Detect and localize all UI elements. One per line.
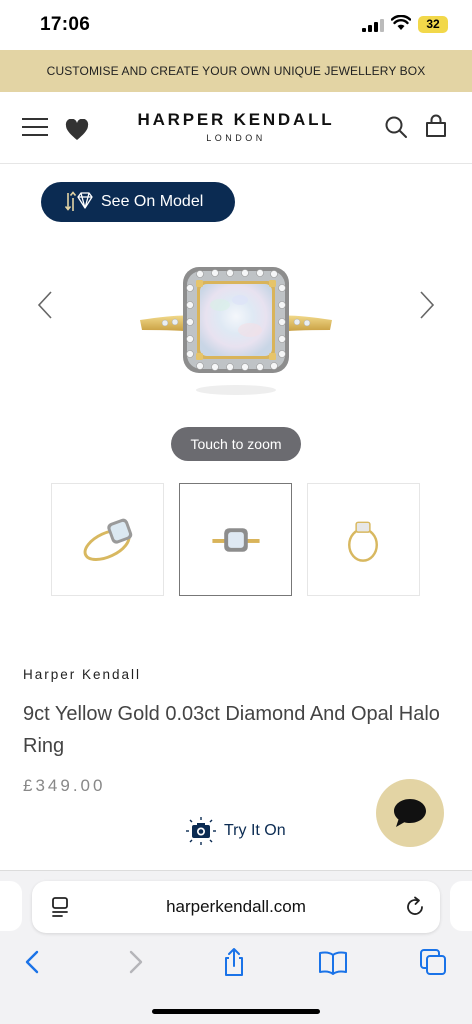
diamond-swap-icon (65, 191, 93, 211)
battery-indicator: 32 (418, 16, 448, 33)
see-on-model-button[interactable]: See On Model (41, 182, 235, 222)
zoom-hint: Touch to zoom (171, 427, 301, 461)
wifi-icon (391, 15, 411, 30)
thumbnail-3[interactable] (307, 483, 420, 596)
url-text: harperkendall.com (166, 897, 306, 916)
back-icon[interactable] (18, 947, 48, 977)
logo-main: HARPER KENDALL (137, 110, 335, 129)
bag-icon[interactable] (425, 114, 447, 138)
logo[interactable]: HARPER KENDALL LONDON (130, 110, 342, 143)
product-brand[interactable]: Harper Kendall (23, 667, 141, 682)
next-tab-peek[interactable] (450, 881, 472, 931)
signal-icon (362, 19, 384, 32)
chat-bubble-icon (394, 799, 426, 827)
status-time: 17:06 (40, 14, 91, 35)
promo-banner[interactable]: CUSTOMISE AND CREATE YOUR OWN UNIQUE JEW… (0, 50, 472, 92)
try-it-on-label: Try It On (224, 822, 286, 839)
thumbnail-2[interactable] (179, 483, 292, 596)
search-icon[interactable] (384, 115, 408, 139)
site-header: HARPER KENDALL LONDON (0, 92, 472, 164)
share-icon[interactable] (219, 947, 249, 977)
thumbnail-ring-angled (83, 518, 133, 561)
product-image[interactable] (120, 250, 352, 400)
tabs-icon[interactable] (418, 947, 448, 977)
chevron-right-icon[interactable] (418, 290, 436, 320)
chat-button[interactable] (376, 779, 444, 847)
product-title: 9ct Yellow Gold 0.03ct Diamond And Opal … (23, 703, 440, 757)
try-it-on-button[interactable]: Try It On (184, 816, 286, 846)
chevron-left-icon[interactable] (36, 290, 54, 320)
browser-bar: harperkendall.com (0, 870, 472, 1024)
address-bar[interactable]: harperkendall.com (32, 881, 440, 933)
menu-icon[interactable] (22, 118, 48, 138)
product-price: £349.00 (23, 776, 106, 795)
camera-icon (186, 817, 216, 845)
see-on-model-label: See On Model (101, 193, 204, 210)
thumbnail-ring-side (348, 521, 378, 562)
previous-tab-peek[interactable] (0, 881, 22, 931)
forward-icon[interactable] (120, 947, 150, 977)
page-menu-icon[interactable] (50, 896, 72, 918)
status-bar: 17:06 32 (0, 0, 472, 50)
thumbnail-ring-front (212, 528, 260, 552)
heart-icon[interactable] (65, 119, 89, 141)
bookmarks-icon[interactable] (318, 947, 348, 977)
home-indicator (152, 1009, 320, 1014)
thumbnail-1[interactable] (51, 483, 164, 596)
reload-icon[interactable] (404, 896, 426, 918)
promo-text: CUSTOMISE AND CREATE YOUR OWN UNIQUE JEW… (46, 64, 426, 78)
logo-sub: LONDON (206, 133, 266, 143)
